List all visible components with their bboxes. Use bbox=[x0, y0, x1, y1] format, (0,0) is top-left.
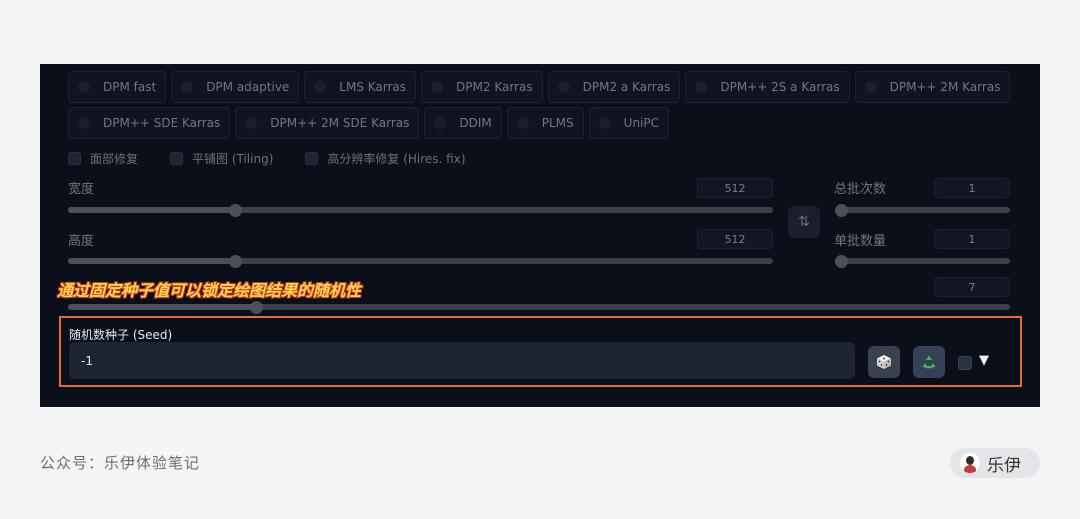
footer-account: 公众号：乐伊体验笔记 bbox=[40, 454, 201, 472]
height-slider-fill bbox=[68, 258, 236, 264]
sampler-dpmpp-2s-a-karras[interactable]: DPM++ 2S a Karras bbox=[685, 71, 850, 103]
restore-faces-option[interactable]: 面部修复 bbox=[68, 150, 138, 167]
batch-count-slider-thumb[interactable] bbox=[834, 203, 848, 217]
random-seed-button[interactable] bbox=[868, 346, 900, 378]
sampler-label: DPM++ 2S a Karras bbox=[720, 80, 840, 94]
sampler-label: PLMS bbox=[541, 116, 574, 130]
cfg-scale-slider-thumb[interactable] bbox=[249, 300, 263, 314]
txt2img-settings-panel: DPM fast DPM adaptive LMS Karras DPM2 Ka… bbox=[40, 64, 1040, 407]
sampler-label: LMS Karras bbox=[339, 80, 407, 94]
cfg-scale-slider-track[interactable] bbox=[68, 300, 1010, 314]
radio-icon bbox=[557, 81, 570, 93]
height-slider-thumb[interactable] bbox=[228, 254, 242, 268]
height-slider-track[interactable] bbox=[68, 254, 773, 268]
sampler-dpmpp-sde-karras[interactable]: DPM++ SDE Karras bbox=[68, 107, 231, 139]
sampler-label: DPM2 a Karras bbox=[582, 80, 671, 94]
batch-count-slider-track[interactable] bbox=[834, 203, 1010, 217]
tiling-label: 平铺图 (Tiling) bbox=[192, 152, 274, 166]
hires-fix-option[interactable]: 高分辨率修复 (Hires. fix) bbox=[305, 150, 466, 167]
expand-arrow-icon[interactable]: ▼ bbox=[979, 353, 989, 368]
width-slider-thumb[interactable] bbox=[228, 203, 242, 217]
radio-icon bbox=[181, 81, 194, 93]
seed-highlight-box: 随机数种子 (Seed) ▼ bbox=[59, 316, 1022, 387]
recycle-icon bbox=[922, 355, 936, 369]
batch-count-label: 总批次数 bbox=[834, 182, 887, 197]
batch-size-label: 单批数量 bbox=[834, 234, 887, 249]
radio-icon bbox=[78, 117, 90, 129]
batch-size-slider-thumb[interactable] bbox=[834, 254, 848, 268]
radio-icon bbox=[314, 81, 327, 93]
restore-faces-checkbox[interactable] bbox=[68, 152, 81, 165]
annotation-caption: 通过固定种子值可以锁定绘图结果的随机性 bbox=[57, 281, 362, 300]
batch-count-input[interactable]: 1 bbox=[934, 178, 1010, 198]
swap-vertical-icon: ⇅ bbox=[798, 214, 810, 230]
sampler-dpmpp-2m-karras[interactable]: DPM++ 2M Karras bbox=[854, 71, 1011, 103]
generation-options: 面部修复 平铺图 (Tiling) 高分辨率修复 (Hires. fix) bbox=[68, 150, 498, 167]
avatar bbox=[960, 453, 980, 473]
author-badge: 乐伊 bbox=[950, 448, 1040, 478]
tiling-checkbox[interactable] bbox=[170, 152, 184, 165]
sampler-label: DDIM bbox=[459, 116, 492, 130]
height-number-input[interactable]: 512 bbox=[697, 229, 773, 249]
sampler-dpm-adaptive[interactable]: DPM adaptive bbox=[171, 71, 300, 103]
sampler-dpm2-a-karras[interactable]: DPM2 a Karras bbox=[547, 71, 681, 103]
width-number-input[interactable]: 512 bbox=[697, 178, 773, 198]
hires-fix-label: 高分辨率修复 (Hires. fix) bbox=[327, 152, 466, 166]
sampler-label: DPM adaptive bbox=[206, 80, 290, 94]
radio-icon bbox=[434, 117, 447, 129]
sampler-dpm-fast[interactable]: DPM fast bbox=[68, 71, 167, 103]
sampler-row-2: DPM++ SDE Karras DPM++ 2M SDE Karras DDI… bbox=[68, 107, 674, 139]
cfg-scale-slider-fill bbox=[68, 304, 257, 310]
sampler-label: DPM++ SDE Karras bbox=[103, 116, 221, 130]
batch-size-slider-track[interactable] bbox=[834, 254, 1010, 268]
sampler-label: DPM2 Karras bbox=[456, 80, 533, 94]
sampler-unipc[interactable]: UniPC bbox=[588, 107, 669, 139]
sampler-lms-karras[interactable]: LMS Karras bbox=[304, 71, 417, 103]
sampler-ddim[interactable]: DDIM bbox=[424, 107, 502, 139]
width-label: 宽度 bbox=[68, 182, 95, 197]
sampler-row-1: DPM fast DPM adaptive LMS Karras DPM2 Ka… bbox=[68, 71, 1015, 103]
author-name: 乐伊 bbox=[987, 455, 1021, 476]
hires-fix-checkbox[interactable] bbox=[305, 152, 319, 165]
dice-icon bbox=[877, 355, 891, 369]
radio-icon bbox=[516, 117, 529, 129]
cfg-scale-input[interactable]: 7 bbox=[934, 277, 1010, 297]
sampler-label: DPM fast bbox=[103, 80, 157, 94]
batch-size-input[interactable]: 1 bbox=[934, 229, 1010, 249]
sampler-label: DPM++ 2M Karras bbox=[889, 80, 1001, 94]
height-label: 高度 bbox=[68, 234, 95, 249]
reuse-seed-button[interactable] bbox=[913, 346, 945, 378]
sampler-label: UniPC bbox=[623, 116, 659, 130]
restore-faces-label: 面部修复 bbox=[90, 152, 139, 166]
sampler-dpmpp-2m-sde-karras[interactable]: DPM++ 2M SDE Karras bbox=[235, 107, 420, 139]
sampler-label: DPM++ 2M SDE Karras bbox=[270, 116, 410, 130]
radio-icon bbox=[78, 81, 90, 93]
width-slider-track[interactable] bbox=[68, 203, 773, 217]
radio-icon bbox=[245, 117, 258, 129]
sampler-plms[interactable]: PLMS bbox=[506, 107, 584, 139]
seed-input[interactable] bbox=[69, 342, 855, 379]
radio-icon bbox=[598, 117, 611, 129]
width-slider-fill bbox=[68, 207, 236, 213]
seed-label: 随机数种子 (Seed) bbox=[69, 328, 173, 342]
radio-icon bbox=[695, 81, 708, 93]
radio-icon bbox=[864, 81, 877, 93]
extra-seed-checkbox[interactable] bbox=[958, 356, 972, 370]
sampler-dpm2-karras[interactable]: DPM2 Karras bbox=[421, 71, 543, 103]
swap-dimensions-button[interactable]: ⇅ bbox=[788, 206, 820, 238]
tiling-option[interactable]: 平铺图 (Tiling) bbox=[170, 150, 273, 167]
radio-icon bbox=[431, 81, 444, 93]
